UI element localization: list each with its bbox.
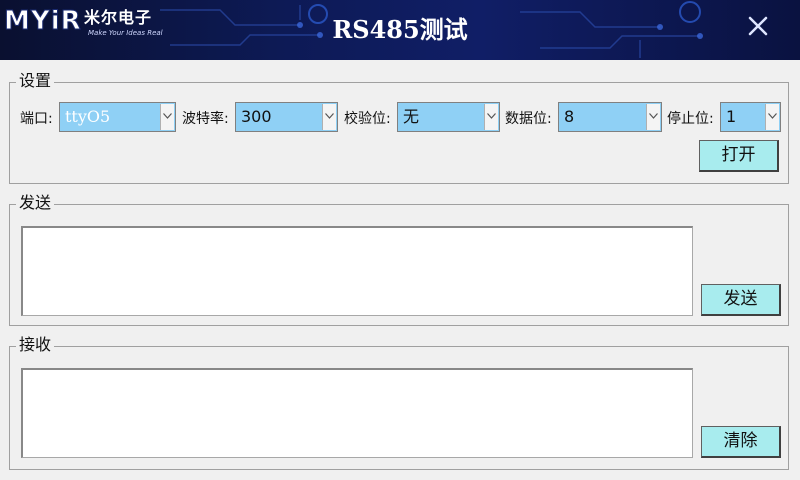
title-bar: MYiR 米尔电子 Make Your Ideas Real RS485测试 bbox=[0, 0, 800, 60]
parity-dropdown-arrow[interactable] bbox=[484, 104, 498, 130]
settings-group-title: 设置 bbox=[16, 71, 55, 91]
port-value: ttyO5 bbox=[65, 107, 111, 126]
send-button[interactable]: 发送 bbox=[701, 284, 781, 316]
port-select[interactable]: ttyO5 bbox=[59, 102, 176, 132]
close-button[interactable] bbox=[744, 12, 772, 40]
baud-select[interactable]: 300 bbox=[235, 102, 338, 132]
baud-dropdown-arrow[interactable] bbox=[322, 104, 336, 130]
receive-group: 接收 清除 bbox=[9, 335, 789, 470]
chevron-down-icon bbox=[649, 113, 658, 119]
settings-group: 设置 端口: ttyO5 波特率: 300 校验位: 无 数据位: 8 停止位:… bbox=[9, 71, 789, 184]
send-group: 发送 发送 bbox=[9, 193, 789, 326]
send-textarea[interactable] bbox=[21, 226, 693, 316]
send-group-title: 发送 bbox=[16, 193, 55, 213]
stopbits-label: 停止位: bbox=[667, 111, 714, 127]
chevron-down-icon bbox=[325, 113, 334, 119]
stopbits-select[interactable]: 1 bbox=[720, 102, 781, 132]
databits-dropdown-arrow[interactable] bbox=[646, 104, 660, 130]
chevron-down-icon bbox=[163, 113, 172, 119]
parity-select[interactable]: 无 bbox=[397, 102, 500, 132]
open-port-button[interactable]: 打开 bbox=[699, 140, 779, 172]
stopbits-value: 1 bbox=[726, 107, 737, 126]
port-dropdown-arrow[interactable] bbox=[160, 104, 174, 130]
clear-button[interactable]: 清除 bbox=[701, 426, 781, 458]
baud-value: 300 bbox=[241, 107, 272, 126]
databits-value: 8 bbox=[564, 107, 575, 126]
window-title: RS485测试 bbox=[332, 15, 468, 44]
close-icon bbox=[748, 16, 768, 36]
chevron-down-icon bbox=[487, 113, 496, 119]
databits-select[interactable]: 8 bbox=[558, 102, 662, 132]
parity-value: 无 bbox=[403, 107, 420, 126]
port-label: 端口: bbox=[20, 111, 53, 127]
databits-label: 数据位: bbox=[505, 111, 552, 127]
stopbits-dropdown-arrow[interactable] bbox=[765, 104, 779, 130]
parity-label: 校验位: bbox=[344, 111, 391, 127]
receive-group-title: 接收 bbox=[16, 335, 55, 355]
receive-textarea[interactable] bbox=[21, 368, 693, 458]
baud-label: 波特率: bbox=[182, 111, 229, 127]
chevron-down-icon bbox=[768, 113, 777, 119]
